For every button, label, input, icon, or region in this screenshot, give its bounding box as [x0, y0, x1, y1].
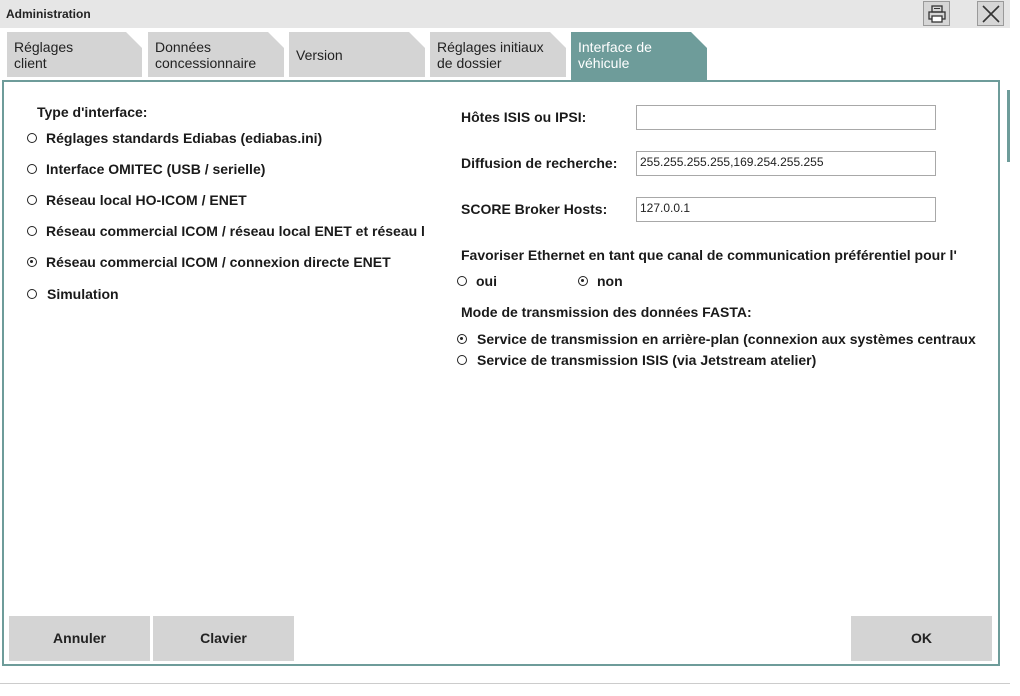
tab-label-line1: Interface de: [578, 39, 652, 55]
ethernet-question: Favoriser Ethernet en tant que canal de …: [461, 247, 957, 263]
close-button[interactable]: [977, 1, 1004, 26]
tab-dealer-data[interactable]: Données concessionnaire: [148, 32, 284, 77]
tab-label-line1: Données: [155, 39, 212, 55]
radio-button[interactable]: [27, 226, 37, 236]
radio-button[interactable]: [27, 289, 37, 299]
tab-label-line1: Version: [296, 47, 343, 63]
radio-button[interactable]: [27, 164, 37, 174]
tab-client-settings[interactable]: Réglages client: [7, 32, 142, 77]
keyboard-button[interactable]: Clavier: [153, 616, 294, 661]
score-hosts-label: SCORE Broker Hosts:: [461, 201, 608, 217]
tab-vehicle-interface[interactable]: Interface de véhicule: [571, 32, 707, 80]
tab-label-line1: Réglages: [14, 39, 74, 55]
broadcast-label: Diffusion de recherche:: [461, 155, 618, 171]
ethernet-no-label: non: [597, 273, 623, 289]
interface-option-label: Réglages standards Ediabas (ediabas.ini): [46, 130, 323, 146]
interface-option-label: Réseau commercial ICOM / réseau local EN…: [46, 223, 425, 239]
interface-option-label: Réseau local HO-ICOM / ENET: [46, 192, 247, 208]
print-button[interactable]: [923, 1, 950, 26]
radio-button-selected[interactable]: [457, 334, 467, 344]
scrollbar-accent: [1007, 90, 1010, 162]
window-bottom-border: [0, 683, 1010, 684]
isis-hosts-label: Hôtes ISIS ou IPSI:: [461, 109, 587, 125]
radio-button-selected[interactable]: [27, 257, 37, 267]
fasta-heading: Mode de transmission des données FASTA:: [461, 304, 752, 320]
tab-label-line2: véhicule: [578, 55, 630, 71]
isis-hosts-input[interactable]: [636, 105, 936, 130]
interface-type-heading: Type d'interface:: [37, 104, 148, 120]
title-bar: Administration: [0, 0, 1010, 28]
ethernet-yes-label: oui: [476, 273, 497, 289]
interface-option-label: Réseau commercial ICOM / connexion direc…: [46, 254, 391, 270]
close-icon: [982, 5, 1000, 23]
radio-button[interactable]: [27, 195, 37, 205]
interface-option-label: Interface OMITEC (USB / serielle): [46, 161, 266, 177]
radio-button-selected[interactable]: [578, 276, 588, 286]
tab-label-line1: Réglages initiaux: [437, 39, 544, 55]
interface-option-label: Simulation: [47, 286, 119, 302]
printer-icon: [928, 5, 946, 23]
cancel-button[interactable]: Annuler: [9, 616, 150, 661]
tab-version[interactable]: Version: [289, 32, 425, 77]
radio-button[interactable]: [457, 276, 467, 286]
tab-initial-file-settings[interactable]: Réglages initiaux de dossier: [430, 32, 566, 77]
window-title: Administration: [6, 7, 91, 21]
ok-button[interactable]: OK: [851, 616, 992, 661]
score-hosts-input[interactable]: 127.0.0.1: [636, 197, 936, 222]
tab-label-line2: de dossier: [437, 55, 502, 71]
broadcast-input[interactable]: 255.255.255.255,169.254.255.255: [636, 151, 936, 176]
radio-button[interactable]: [457, 355, 467, 365]
tab-label-line2: client: [14, 55, 47, 71]
radio-button[interactable]: [27, 133, 37, 143]
fasta-option-label: Service de transmission en arrière-plan …: [477, 331, 976, 347]
tab-label-line2: concessionnaire: [155, 55, 257, 71]
fasta-option-label: Service de transmission ISIS (via Jetstr…: [477, 352, 817, 368]
